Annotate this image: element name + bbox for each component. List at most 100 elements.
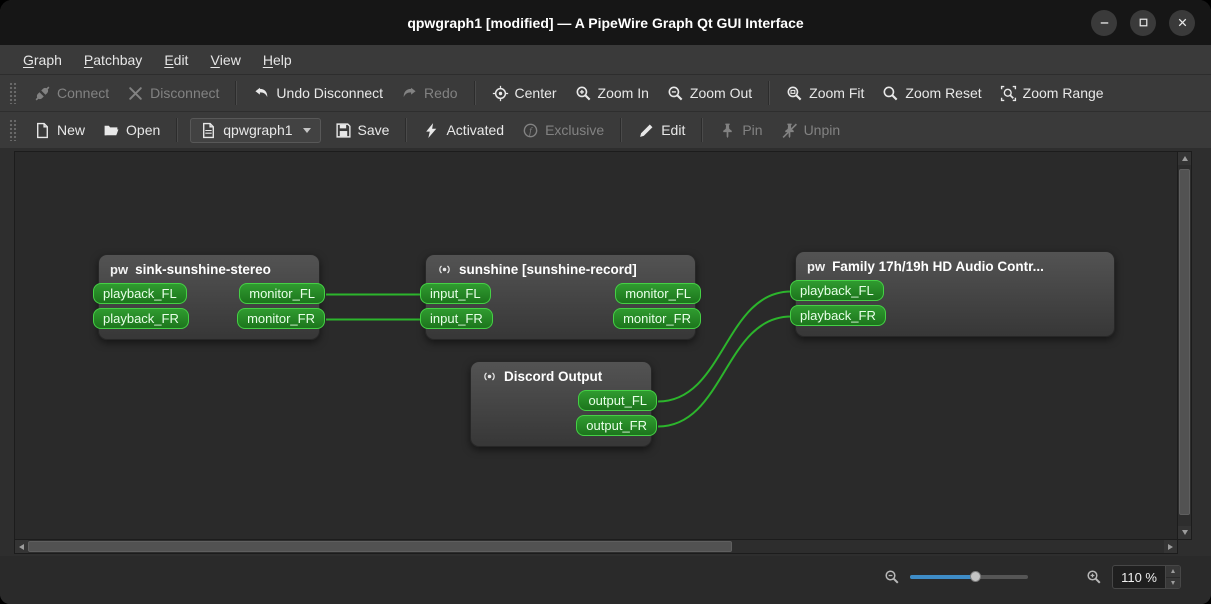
connect-label: Connect [57, 85, 110, 101]
scroll-up-button[interactable] [1178, 152, 1191, 165]
toolbar-handle[interactable] [9, 119, 18, 141]
chevron-down-icon [302, 128, 311, 137]
port-playback_FR[interactable]: playback_FR [790, 305, 886, 326]
new-icon [34, 122, 51, 139]
arrow-right-icon [1168, 543, 1173, 550]
titlebar[interactable]: qpwgraph1 [modified] — A PipeWire Graph … [0, 0, 1211, 45]
zoom-range-button[interactable]: Zoom Range [991, 80, 1113, 107]
zoom-slider[interactable] [910, 569, 1029, 585]
open-label: Open [126, 122, 161, 138]
vertical-scroll-thumb[interactable] [1179, 168, 1190, 516]
arrow-left-icon [19, 543, 24, 550]
port-playback_FL[interactable]: playback_FL [93, 283, 187, 304]
activated-button[interactable]: Activated [414, 117, 513, 144]
menubar: Graph Patchbay Edit View Help [0, 45, 1211, 75]
zoom-out-icon[interactable] [884, 569, 900, 585]
zoom-reset-icon [882, 85, 899, 102]
port-row: input_FR monitor_FR [420, 308, 701, 329]
undo-disconnect-label: Undo Disconnect [276, 85, 384, 101]
menu-patchbay[interactable]: Patchbay [73, 45, 153, 74]
zoom-out-label: Zoom Out [689, 85, 753, 101]
menu-graph[interactable]: Graph [12, 45, 73, 74]
port-output_FL[interactable]: output_FL [578, 390, 657, 411]
port-playback_FR[interactable]: playback_FR [93, 308, 189, 329]
redo-label: Redo [424, 85, 458, 101]
audio-app-icon [482, 369, 497, 384]
scroll-left-button[interactable] [15, 540, 28, 553]
zoom-out-icon [667, 85, 684, 102]
vertical-scrollbar[interactable] [1178, 151, 1192, 540]
zoom-spinbox[interactable]: 110 % [1112, 565, 1181, 589]
unpin-button: Unpin [772, 117, 850, 144]
minimize-button[interactable] [1091, 9, 1117, 36]
graph-viewport: pw sink-sunshine-stereo playback_FL monitor… [14, 151, 1192, 554]
toolbar-handle[interactable] [9, 82, 18, 104]
save-icon [335, 122, 352, 139]
toolbar-separator [176, 118, 179, 142]
maximize-icon [1139, 18, 1147, 27]
node-title: sink-sunshine-stereo [135, 262, 271, 277]
window-controls [1091, 0, 1195, 45]
horizontal-scroll-thumb[interactable] [28, 541, 733, 552]
vertical-scroll-track[interactable] [1178, 165, 1191, 526]
file-toolbar: New Open qpwgraph1 Save Activated f Exclusive E… [0, 112, 1211, 149]
zoom-slider-fill [910, 575, 975, 579]
zoom-decrement-button[interactable] [1166, 576, 1180, 588]
node-family[interactable]: pw Family 17h/19h HD Audio Contr... playba… [790, 251, 1115, 337]
zoom-slider-handle[interactable] [969, 571, 981, 582]
node-sink[interactable]: pw sink-sunshine-stereo playback_FL monitor… [93, 254, 325, 340]
open-button[interactable]: Open [94, 117, 169, 144]
port-input_FL[interactable]: input_FL [420, 283, 491, 304]
toolbar-separator [768, 81, 771, 105]
port-output_FR[interactable]: output_FR [576, 415, 657, 436]
graph-canvas[interactable]: pw sink-sunshine-stereo playback_FL monitor… [14, 151, 1178, 540]
activated-label: Activated [446, 122, 505, 138]
zoom-fit-button[interactable]: Zoom Fit [777, 80, 873, 107]
node-header: pw Family 17h/19h HD Audio Contr... [796, 252, 1114, 280]
save-button[interactable]: Save [326, 117, 399, 144]
menu-help[interactable]: Help [252, 45, 303, 74]
node-discord[interactable]: Discord Output output_FL output_FR [470, 361, 657, 447]
port-playback_FL[interactable]: playback_FL [790, 280, 884, 301]
connect-icon [34, 85, 51, 102]
port-monitor_FL[interactable]: monitor_FL [615, 283, 701, 304]
center-button[interactable]: Center [483, 80, 566, 107]
port-input_FR[interactable]: input_FR [420, 308, 493, 329]
arrow-up-icon [1181, 156, 1188, 161]
new-button[interactable]: New [25, 117, 94, 144]
disconnect-label: Disconnect [150, 85, 220, 101]
zoom-increment-button[interactable] [1166, 566, 1180, 577]
undo-disconnect-button[interactable]: Undo Disconnect [244, 80, 392, 107]
edit-button[interactable]: Edit [629, 117, 694, 144]
unpin-icon [781, 122, 798, 139]
zoom-reset-button[interactable]: Zoom Reset [873, 80, 990, 107]
scroll-right-button[interactable] [1164, 540, 1177, 553]
port-monitor_FL[interactable]: monitor_FL [239, 283, 325, 304]
menu-view[interactable]: View [199, 45, 251, 74]
zoom-fit-label: Zoom Fit [809, 85, 865, 101]
arrow-down-icon [1181, 530, 1188, 535]
port-monitor_FR[interactable]: monitor_FR [613, 308, 701, 329]
zoom-out-button[interactable]: Zoom Out [658, 80, 761, 107]
maximize-button[interactable] [1130, 9, 1156, 36]
disconnect-button: Disconnect [118, 80, 228, 107]
node-title: Discord Output [504, 369, 603, 384]
scroll-down-button[interactable] [1178, 526, 1191, 539]
menu-edit[interactable]: Edit [153, 45, 199, 74]
horizontal-scroll-track[interactable] [28, 540, 1164, 553]
close-button[interactable] [1169, 9, 1195, 36]
app-window: qpwgraph1 [modified] — A PipeWire Graph … [0, 0, 1211, 604]
connect-button: Connect [25, 80, 118, 107]
disconnect-icon [127, 85, 144, 102]
node-sunshine[interactable]: sunshine [sunshine-record] input_FL monito… [420, 254, 701, 340]
pipewire-icon: pw [807, 259, 826, 274]
session-combo[interactable]: qpwgraph1 [190, 117, 321, 143]
port-monitor_FR[interactable]: monitor_FR [237, 308, 325, 329]
audio-app-icon [437, 262, 452, 277]
zoom-in-button[interactable]: Zoom In [566, 80, 658, 107]
zoom-in-icon[interactable] [1086, 569, 1102, 585]
center-label: Center [514, 85, 557, 101]
exclusive-icon: f [522, 122, 539, 139]
arrow-up-icon [1171, 569, 1175, 574]
horizontal-scrollbar[interactable] [14, 540, 1178, 554]
